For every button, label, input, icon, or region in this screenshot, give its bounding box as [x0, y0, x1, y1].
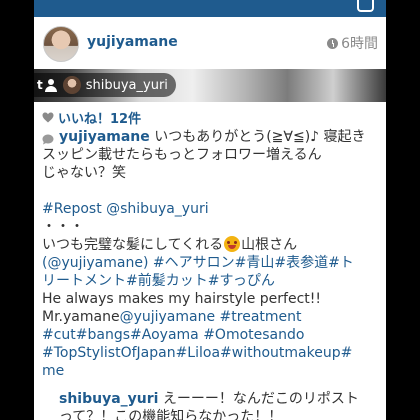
caption-text: yujiyamane いつもありがとう(≧∀≦)♪ 寝起き スッピン載せたらもっ…: [42, 128, 382, 380]
post-username[interactable]: yujiyamane: [87, 34, 178, 50]
caption-line: じゃない？笑: [42, 165, 126, 181]
caption-line: スッピン載せたらもっとフォロワー増えるん: [42, 147, 322, 163]
tag-icon: t: [37, 78, 43, 92]
caption-line: いつも完璧な髪にしてくれる: [42, 237, 224, 253]
hashtags[interactable]: me: [42, 362, 382, 380]
smile-emoji-icon: [224, 236, 241, 252]
hashtags[interactable]: #cut#bangs#Aoyama #Omotesando: [42, 326, 382, 344]
top-bar: [34, 0, 386, 17]
repost-hashtag[interactable]: #Repost @shibuya_yuri: [42, 200, 382, 218]
comment-text: えーーー！なんだこのリポスト: [158, 391, 359, 407]
tagged-user-badge[interactable]: t shibuya_yuri: [34, 73, 176, 97]
camera-icon[interactable]: [357, 0, 374, 12]
hashtags[interactable]: リートメント#前髪カット#すっぴん: [42, 272, 382, 290]
caption-dots: ・・・: [42, 219, 84, 235]
post-header: yujiyamane 6時間: [34, 17, 386, 69]
caption-owner[interactable]: yujiyamane: [59, 129, 150, 145]
caption-line: He always makes my hairstyle perfect!!: [42, 291, 322, 307]
hashtags[interactable]: #TopStylistOfJapan#Liloa#withoutmakeup#: [42, 344, 382, 362]
time-label: 6時間: [341, 36, 378, 52]
likes-count[interactable]: いいね！12件: [42, 108, 141, 127]
comment: shibuya_yuri えーーー！なんだこのリポスト って？！この機能知らなか…: [59, 390, 379, 420]
likes-label: いいね！12件: [58, 112, 142, 127]
caption: yujiyamane いつもありがとう(≧∀≦)♪ 寝起き スッピン載せたらもっ…: [42, 128, 382, 380]
caption-line: 山根さん: [241, 237, 298, 253]
comment-text: って？！この機能知らなかった！！: [59, 409, 283, 420]
avatar[interactable]: [43, 26, 79, 62]
post-time: 6時間: [327, 33, 378, 53]
tagged-avatar: [62, 76, 81, 94]
mention-link[interactable]: (@yujiyamane): [42, 255, 153, 271]
post-photo[interactable]: t shibuya_yuri: [34, 69, 386, 102]
hashtags[interactable]: #ヘアサロン#青山#表参道#ト: [153, 255, 354, 271]
caption-line: いつもありがとう(≧∀≦)♪ 寝起き: [149, 129, 366, 145]
heart-icon: [42, 112, 54, 123]
person-icon: [44, 78, 57, 92]
comment-username[interactable]: shibuya_yuri: [59, 391, 158, 407]
instagram-post-screen: yujiyamane 6時間 t shibuya_yuri いいね！12件 yu…: [34, 0, 386, 420]
mention-hashtags[interactable]: @yujiyamane #treatment: [120, 309, 302, 325]
clock-icon: [327, 38, 339, 49]
caption-line: Mr.yamane: [42, 309, 120, 325]
comment-icon: [42, 132, 54, 145]
tagged-username: shibuya_yuri: [85, 77, 168, 93]
